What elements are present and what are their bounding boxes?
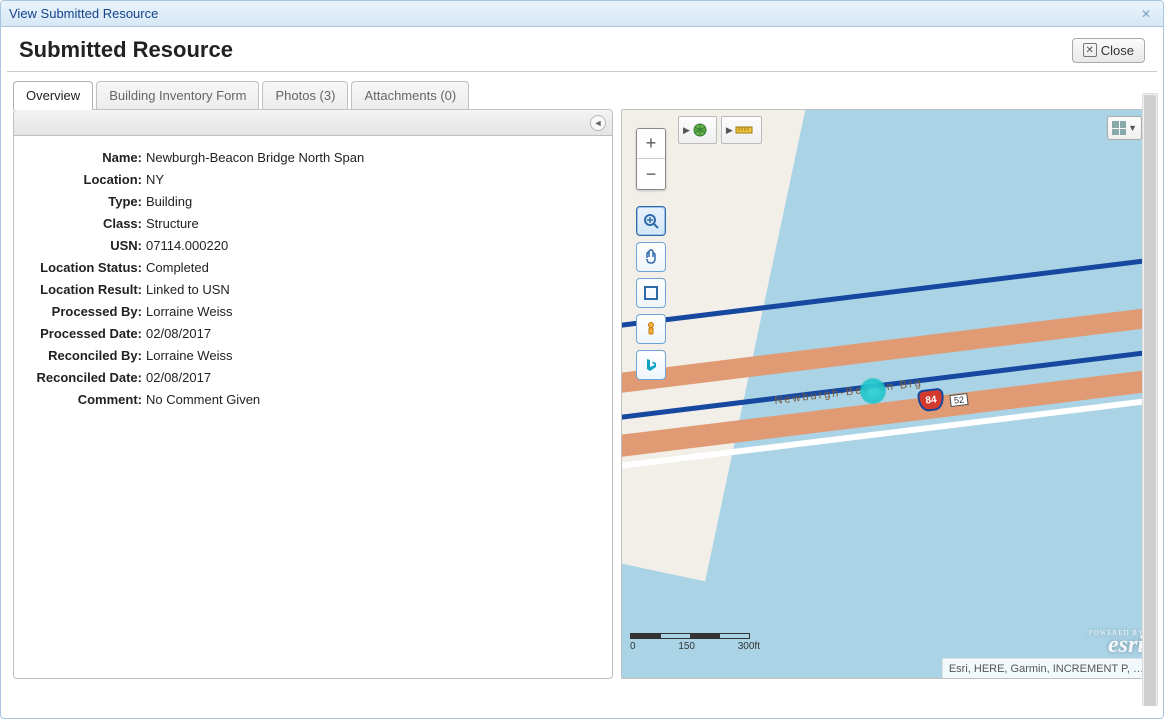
- locate-menu-button[interactable]: ▶: [678, 116, 717, 144]
- interstate-shield-icon: 84: [917, 387, 945, 412]
- magnifier-plus-icon: [643, 213, 659, 229]
- map-panel[interactable]: Newburgh-Beacon Brg 84 52 + −: [621, 109, 1151, 679]
- scrollbar-thumb[interactable]: [1144, 95, 1156, 706]
- tab-attachments[interactable]: Attachments (0): [351, 81, 469, 110]
- field-reconciled-date: Reconciled Date:02/08/2017: [24, 368, 602, 388]
- zoom-rectangle-tool[interactable]: [636, 206, 666, 236]
- streetview-tool[interactable]: [636, 314, 666, 344]
- chevron-left-icon: ◄: [594, 118, 603, 128]
- map-attribution: Esri, HERE, Garmin, INCREMENT P, …: [942, 658, 1150, 678]
- caret-right-icon: ▶: [683, 125, 690, 136]
- titlebar-close-icon[interactable]: ✕: [1137, 7, 1155, 21]
- bing-icon: [643, 357, 659, 373]
- tab-photos[interactable]: Photos (3): [262, 81, 348, 110]
- caret-right-icon: ▶: [726, 125, 733, 136]
- field-comment: Comment:No Comment Given: [24, 390, 602, 410]
- tab-overview[interactable]: Overview: [13, 81, 93, 110]
- page-title: Submitted Resource: [19, 37, 233, 63]
- pan-tool[interactable]: [636, 242, 666, 272]
- basemap-switcher[interactable]: ▼: [1107, 116, 1142, 140]
- pegman-icon: [643, 321, 659, 337]
- measure-menu-button[interactable]: ▶: [721, 116, 762, 144]
- overview-panel: ◄ Name:Newburgh-Beacon Bridge North Span…: [13, 109, 613, 679]
- close-icon: ✕: [1083, 43, 1097, 57]
- bing-tool[interactable]: [636, 350, 666, 380]
- hand-icon: [643, 249, 659, 265]
- minus-icon: −: [646, 164, 657, 184]
- content-area: ◄ Name:Newburgh-Beacon Bridge North Span…: [1, 109, 1163, 691]
- globe-icon: [692, 122, 708, 138]
- field-name: Name:Newburgh-Beacon Bridge North Span: [24, 148, 602, 168]
- tab-building-inventory-form[interactable]: Building Inventory Form: [96, 81, 259, 110]
- header: Submitted Resource ✕ Close: [7, 27, 1157, 72]
- map-surface[interactable]: Newburgh-Beacon Brg 84 52: [622, 110, 1150, 678]
- basemap-grid-icon: [1112, 121, 1126, 135]
- field-usn: USN:07114.000220: [24, 236, 602, 256]
- overview-fields: Name:Newburgh-Beacon Bridge North Span L…: [14, 136, 612, 424]
- field-location-status: Location Status:Completed: [24, 258, 602, 278]
- close-button[interactable]: ✕ Close: [1072, 38, 1145, 63]
- field-location: Location:NY: [24, 170, 602, 190]
- tabs: Overview Building Inventory Form Photos …: [1, 72, 1163, 109]
- collapse-panel-button[interactable]: ◄: [590, 115, 606, 131]
- titlebar: View Submitted Resource ✕: [1, 1, 1163, 27]
- field-processed-date: Processed Date:02/08/2017: [24, 324, 602, 344]
- vertical-scrollbar[interactable]: [1142, 93, 1158, 706]
- panel-header: ◄: [14, 110, 612, 136]
- field-reconciled-by: Reconciled By:Lorraine Weiss: [24, 346, 602, 366]
- field-class: Class:Structure: [24, 214, 602, 234]
- zoom-controls: + −: [636, 128, 666, 190]
- scale-bar: 0 150 300ft: [630, 633, 760, 652]
- map-route-shields: 84 52: [918, 389, 968, 411]
- plus-icon: +: [646, 133, 657, 153]
- map-tools: [636, 206, 666, 380]
- map-feature-marker[interactable]: [860, 378, 886, 404]
- map-top-toolbar: ▶ ▶: [678, 116, 762, 144]
- route-shield-icon: 52: [949, 393, 968, 407]
- esri-logo: POWERED BY esri: [1089, 629, 1144, 656]
- zoom-out-button[interactable]: −: [637, 159, 665, 189]
- field-processed-by: Processed By:Lorraine Weiss: [24, 302, 602, 322]
- window-title: View Submitted Resource: [9, 6, 158, 21]
- close-button-label: Close: [1101, 43, 1134, 58]
- zoom-in-button[interactable]: +: [637, 129, 665, 159]
- field-location-result: Location Result:Linked to USN: [24, 280, 602, 300]
- modal-window: View Submitted Resource ✕ Submitted Reso…: [0, 0, 1164, 719]
- ruler-icon: [735, 123, 753, 137]
- extent-icon: [643, 285, 659, 301]
- field-type: Type:Building: [24, 192, 602, 212]
- full-extent-tool[interactable]: [636, 278, 666, 308]
- chevron-down-icon: ▼: [1128, 123, 1137, 133]
